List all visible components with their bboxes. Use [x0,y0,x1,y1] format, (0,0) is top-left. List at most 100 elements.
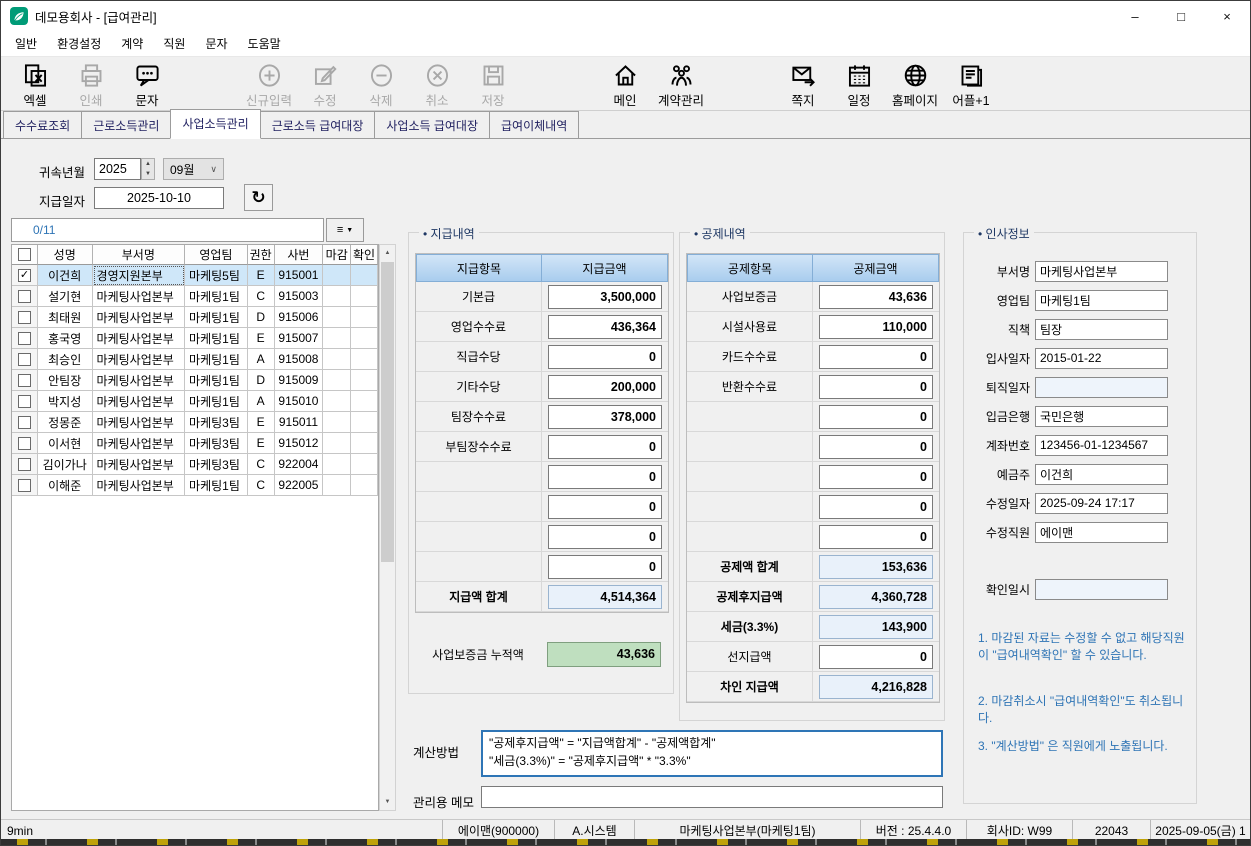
deduction-row-amount-input[interactable] [819,645,933,669]
row-select-cell[interactable] [12,454,38,475]
row-select-cell[interactable] [12,475,38,496]
payment-row-amount-input[interactable] [548,435,662,459]
row-checkbox[interactable] [18,290,31,303]
deduction-row-amount-input[interactable] [819,405,933,429]
hr-field-input[interactable] [1035,319,1168,340]
menu-item-4[interactable]: 문자 [195,35,237,52]
hr-field-input[interactable] [1035,290,1168,311]
payment-row-amount-input[interactable] [548,495,662,519]
row-checkbox[interactable] [18,479,31,492]
deduction-row-amount-input[interactable] [819,555,933,579]
row-checkbox[interactable] [18,311,31,324]
hr-field-input[interactable] [1035,464,1168,485]
hr-field-input[interactable] [1035,348,1168,369]
select-all-cell[interactable] [12,245,38,265]
deduction-row-amount-input[interactable] [819,285,933,309]
grid-menu-button[interactable]: ≡▼ [326,218,364,242]
row-checkbox[interactable] [18,353,31,366]
payment-row-amount-input[interactable] [548,525,662,549]
row-select-cell[interactable] [12,307,38,328]
pay-date-input[interactable] [94,187,224,209]
tab-1[interactable]: 근로소득관리 [81,111,171,138]
employee-row[interactable]: 홍국영마케팅사업본부마케팅1팀E915007 [12,328,378,349]
toolbar-button-home[interactable]: 메인 [597,61,653,109]
toolbar-button-sms[interactable]: 문자 [119,61,175,109]
maximize-button[interactable]: □ [1158,1,1204,31]
menu-item-0[interactable]: 일반 [5,35,47,52]
row-checkbox[interactable] [18,332,31,345]
row-select-cell[interactable] [12,328,38,349]
deposit-amount-input[interactable] [547,642,661,667]
employee-row[interactable]: 김이가나마케팅사업본부마케팅3팀C922004 [12,454,378,475]
payment-row-amount-input[interactable] [548,375,662,399]
payment-row-amount-input[interactable] [548,465,662,489]
toolbar-button-excel[interactable]: 엑셀 [7,61,63,109]
menu-item-2[interactable]: 계약 [111,35,153,52]
row-select-cell[interactable] [12,391,38,412]
employee-row[interactable]: 박지성마케팅사업본부마케팅1팀A915010 [12,391,378,412]
confirm-date-input[interactable] [1035,579,1168,600]
calc-method-textarea[interactable]: "공제후지급액" = "지급액합계" - "공제액합계" "세금(3.3%)" … [481,730,943,777]
hr-field-input[interactable] [1035,406,1168,427]
menu-item-1[interactable]: 환경설정 [47,35,111,52]
employee-row[interactable]: 이해준마케팅사업본부마케팅1팀C922005 [12,475,378,496]
employee-row[interactable]: 이건희경영지원본부마케팅5팀E915001 [12,265,378,286]
row-select-cell[interactable] [12,286,38,307]
payment-row-amount-input[interactable] [548,405,662,429]
year-spinner[interactable]: ▲ ▼ [141,158,155,180]
grid-scrollbar[interactable]: ▲ ▼ [379,244,396,811]
month-select[interactable]: 09월 ∨ [163,158,224,180]
deduction-row-amount-input[interactable] [819,465,933,489]
menu-item-5[interactable]: 도움말 [238,35,291,52]
row-checkbox[interactable] [18,395,31,408]
toolbar-button-app[interactable]: 어플+1 [943,61,999,109]
toolbar-button-message[interactable]: 쪽지 [775,61,831,109]
employee-row[interactable]: 최태원마케팅사업본부마케팅1팀D915006 [12,307,378,328]
deduction-row-amount-input[interactable] [819,495,933,519]
payment-row-amount-input[interactable] [548,315,662,339]
tab-2[interactable]: 사업소득관리 [170,109,260,139]
deduction-row-amount-input[interactable] [819,315,933,339]
employee-row[interactable]: 설기현마케팅사업본부마케팅1팀C915003 [12,286,378,307]
hr-field-input[interactable] [1035,493,1168,514]
deduction-row-amount-input[interactable] [819,525,933,549]
deduction-row-amount-input[interactable] [819,345,933,369]
toolbar-button-homepage[interactable]: 홈페이지 [887,61,943,109]
deduction-row-amount-input[interactable] [819,675,933,699]
payment-row-amount-input[interactable] [548,585,662,609]
employee-row[interactable]: 정몽준마케팅사업본부마케팅3팀E915011 [12,412,378,433]
hr-field-input[interactable] [1035,522,1168,543]
spinner-up-icon[interactable]: ▲ [142,159,154,169]
payment-row-amount-input[interactable] [548,345,662,369]
row-select-cell[interactable] [12,433,38,454]
hr-field-input[interactable] [1035,377,1168,398]
year-input[interactable] [94,158,141,180]
deduction-row-amount-input[interactable] [819,585,933,609]
deduction-row-amount-input[interactable] [819,435,933,459]
scroll-up-icon[interactable]: ▲ [380,245,395,261]
row-select-cell[interactable] [12,349,38,370]
tab-4[interactable]: 사업소득 급여대장 [374,111,490,138]
row-checkbox[interactable] [18,458,31,471]
toolbar-button-calendar[interactable]: 일정 [831,61,887,109]
admin-memo-input[interactable] [481,786,943,808]
spinner-down-icon[interactable]: ▼ [142,169,154,179]
employee-row[interactable]: 최승인마케팅사업본부마케팅1팀A915008 [12,349,378,370]
tab-5[interactable]: 급여이체내역 [489,111,579,138]
menu-item-3[interactable]: 직원 [153,35,195,52]
row-select-cell[interactable] [12,265,38,286]
row-checkbox[interactable] [18,269,31,282]
employee-row[interactable]: 이서현마케팅사업본부마케팅3팀E915012 [12,433,378,454]
row-checkbox[interactable] [18,437,31,450]
minimize-button[interactable]: – [1112,1,1158,31]
scrollbar-thumb[interactable] [381,262,394,562]
row-checkbox[interactable] [18,416,31,429]
deduction-row-amount-input[interactable] [819,375,933,399]
payment-row-amount-input[interactable] [548,555,662,579]
row-checkbox[interactable] [18,374,31,387]
toolbar-button-contract[interactable]: 계약관리 [653,61,709,109]
hr-field-input[interactable] [1035,261,1168,282]
scroll-down-icon[interactable]: ▼ [380,794,395,810]
row-select-cell[interactable] [12,370,38,391]
employee-row[interactable]: 안팀장마케팅사업본부마케팅1팀D915009 [12,370,378,391]
